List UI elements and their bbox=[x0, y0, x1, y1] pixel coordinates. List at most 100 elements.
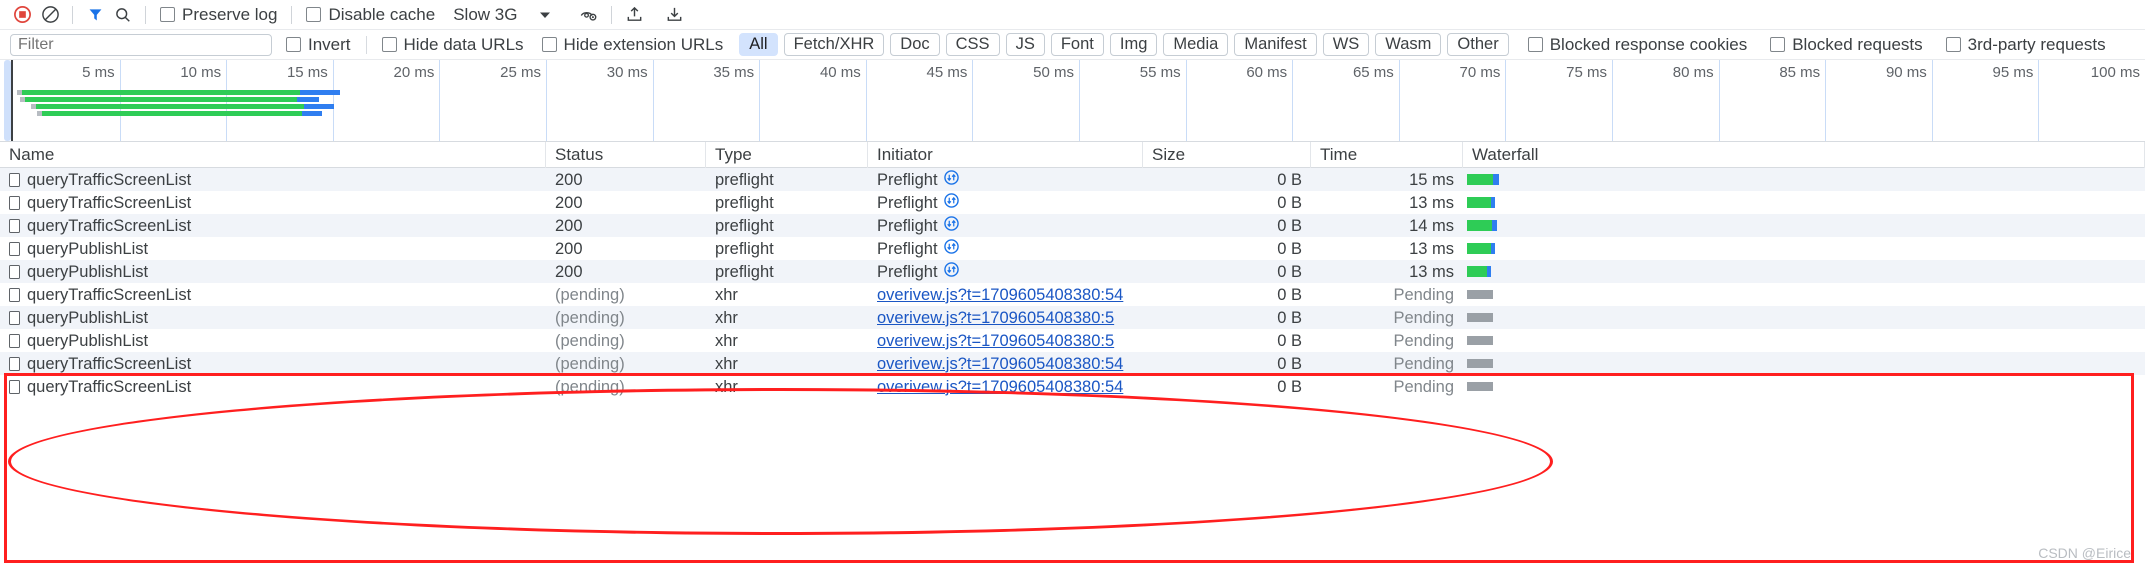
hide-data-urls-box[interactable] bbox=[381, 37, 397, 52]
initiator-link[interactable]: overivew.js?t=1709605408380:54 bbox=[877, 353, 1123, 375]
cell-size: 0 B bbox=[1277, 239, 1302, 258]
cell-type: xhr bbox=[715, 331, 738, 350]
cell-name[interactable]: queryPublishList bbox=[0, 306, 546, 329]
clear-icon[interactable] bbox=[36, 2, 64, 28]
column-header-size[interactable]: Size bbox=[1143, 142, 1311, 168]
invert-checkbox[interactable]: Invert bbox=[286, 35, 351, 55]
preflight-arrows-icon bbox=[943, 215, 959, 237]
type-chip-font[interactable]: Font bbox=[1050, 33, 1104, 56]
filter-input[interactable] bbox=[10, 33, 272, 56]
table-row[interactable]: queryTrafficScreenList 200 preflight Prefli… bbox=[0, 214, 2145, 237]
blocked-response-cookies-checkbox[interactable]: Blocked response cookies bbox=[1527, 35, 1747, 55]
blocked-response-cookies-box[interactable] bbox=[1527, 37, 1543, 52]
table-row[interactable]: queryTrafficScreenList (pending) xhr overiv… bbox=[0, 352, 2145, 375]
filter-icon[interactable] bbox=[81, 2, 109, 28]
overview-bar-queue bbox=[17, 90, 22, 95]
third-party-requests-box[interactable] bbox=[1945, 37, 1961, 52]
export-har-icon[interactable] bbox=[660, 2, 688, 28]
cell-initiator[interactable]: overivew.js?t=1709605408380:54 bbox=[868, 375, 1143, 398]
type-chip-wasm[interactable]: Wasm bbox=[1375, 33, 1442, 56]
cell-initiator[interactable]: Preflight bbox=[868, 214, 1143, 237]
type-chip-fetch-xhr[interactable]: Fetch/XHR bbox=[783, 33, 885, 56]
hide-extension-urls-box[interactable] bbox=[541, 37, 557, 52]
cell-initiator[interactable]: overivew.js?t=1709605408380:54 bbox=[868, 352, 1143, 375]
request-name: queryTrafficScreenList bbox=[27, 285, 192, 304]
preserve-log-checkbox[interactable]: Preserve log bbox=[160, 5, 277, 25]
cell-name[interactable]: queryTrafficScreenList bbox=[0, 168, 546, 191]
overview-bar-download bbox=[300, 90, 340, 95]
cell-name[interactable]: queryTrafficScreenList bbox=[0, 191, 546, 214]
invert-box[interactable] bbox=[286, 37, 301, 52]
blocked-requests-box[interactable] bbox=[1770, 37, 1786, 52]
third-party-requests-checkbox[interactable]: 3rd-party requests bbox=[1945, 35, 2106, 55]
column-header-waterfall[interactable]: Waterfall bbox=[1463, 142, 2145, 168]
resource-type-chips: All Fetch/XHR Doc CSS JS Font Img Media Manifest… bbox=[736, 33, 1511, 56]
initiator-link[interactable]: overivew.js?t=1709605408380:54 bbox=[877, 284, 1123, 306]
request-name: queryTrafficScreenList bbox=[27, 170, 192, 189]
table-row[interactable]: queryTrafficScreenList 200 preflight Prefli… bbox=[0, 168, 2145, 191]
preserve-log-label: Preserve log bbox=[182, 4, 278, 24]
initiator-link[interactable]: overivew.js?t=1709605408380:5 bbox=[877, 330, 1114, 352]
hide-extension-urls-checkbox[interactable]: Hide extension URLs bbox=[541, 35, 723, 55]
disable-cache-box[interactable] bbox=[306, 7, 322, 22]
type-chip-js[interactable]: JS bbox=[1005, 33, 1045, 56]
cell-initiator[interactable]: Preflight bbox=[868, 260, 1143, 283]
cell-time: Pending bbox=[1393, 285, 1454, 304]
cell-initiator[interactable]: Preflight bbox=[868, 237, 1143, 260]
initiator-link[interactable]: overivew.js?t=1709605408380:5 bbox=[877, 307, 1114, 329]
cell-size: 0 B bbox=[1277, 170, 1302, 189]
type-chip-media[interactable]: Media bbox=[1163, 33, 1229, 56]
disable-cache-checkbox[interactable]: Disable cache bbox=[306, 5, 435, 25]
column-header-status[interactable]: Status bbox=[546, 142, 706, 168]
table-row[interactable]: queryPublishList 200 preflight Preflight 0 B… bbox=[0, 237, 2145, 260]
type-chip-css[interactable]: CSS bbox=[945, 33, 1000, 56]
blocked-requests-checkbox[interactable]: Blocked requests bbox=[1770, 35, 1923, 55]
type-chip-all[interactable]: All bbox=[739, 33, 778, 56]
search-icon[interactable] bbox=[109, 2, 137, 28]
type-chip-ws[interactable]: WS bbox=[1322, 33, 1370, 56]
table-row[interactable]: queryPublishList (pending) xhr overivew.js?… bbox=[0, 329, 2145, 352]
record-stop-icon[interactable] bbox=[8, 2, 36, 28]
throttling-value[interactable]: Slow 3G bbox=[453, 5, 517, 25]
cell-name[interactable]: queryTrafficScreenList bbox=[0, 283, 546, 306]
column-header-name[interactable]: Name bbox=[0, 142, 546, 168]
cell-status: (pending) bbox=[555, 331, 625, 350]
cell-initiator[interactable]: overivew.js?t=1709605408380:54 bbox=[868, 283, 1143, 306]
type-chip-manifest[interactable]: Manifest bbox=[1234, 33, 1317, 56]
cell-initiator[interactable]: Preflight bbox=[868, 191, 1143, 214]
cell-initiator[interactable]: overivew.js?t=1709605408380:5 bbox=[868, 329, 1143, 352]
table-row[interactable]: queryTrafficScreenList 200 preflight Prefli… bbox=[0, 191, 2145, 214]
type-chip-doc[interactable]: Doc bbox=[890, 33, 940, 56]
cell-time: Pending bbox=[1393, 354, 1454, 373]
cell-initiator[interactable]: Preflight bbox=[868, 168, 1143, 191]
network-overview-timeline[interactable]: 5 ms 10 ms 15 ms 20 ms 25 ms 30 ms 35 ms 40 ms 4… bbox=[0, 60, 2145, 142]
import-har-icon[interactable] bbox=[620, 2, 648, 28]
cell-waterfall bbox=[1463, 375, 2145, 398]
column-header-type[interactable]: Type bbox=[706, 142, 868, 168]
cell-initiator[interactable]: overivew.js?t=1709605408380:5 bbox=[868, 306, 1143, 329]
preserve-log-box[interactable] bbox=[160, 7, 175, 22]
table-row[interactable]: queryPublishList 200 preflight Preflight 0 B… bbox=[0, 260, 2145, 283]
cell-size: 0 B bbox=[1277, 308, 1302, 327]
waterfall-pending-segment bbox=[1467, 313, 1493, 322]
cell-name[interactable]: queryTrafficScreenList bbox=[0, 375, 546, 398]
type-chip-other[interactable]: Other bbox=[1447, 33, 1509, 56]
cell-name[interactable]: queryPublishList bbox=[0, 329, 546, 352]
chevron-down-icon[interactable] bbox=[531, 2, 559, 28]
cell-name[interactable]: queryPublishList bbox=[0, 237, 546, 260]
table-row[interactable]: queryPublishList (pending) xhr overivew.js?… bbox=[0, 306, 2145, 329]
network-conditions-icon[interactable] bbox=[575, 2, 603, 28]
table-row[interactable]: queryTrafficScreenList (pending) xhr overiv… bbox=[0, 375, 2145, 398]
cell-name[interactable]: queryTrafficScreenList bbox=[0, 214, 546, 237]
table-row[interactable]: queryTrafficScreenList (pending) xhr overiv… bbox=[0, 283, 2145, 306]
request-name: queryTrafficScreenList bbox=[27, 216, 192, 235]
cell-name[interactable]: queryTrafficScreenList bbox=[0, 352, 546, 375]
initiator-link[interactable]: overivew.js?t=1709605408380:54 bbox=[877, 376, 1123, 398]
hide-data-urls-checkbox[interactable]: Hide data URLs bbox=[381, 35, 524, 55]
cell-name[interactable]: queryPublishList bbox=[0, 260, 546, 283]
type-chip-img[interactable]: Img bbox=[1109, 33, 1158, 56]
column-header-time[interactable]: Time bbox=[1311, 142, 1463, 168]
cell-status: 200 bbox=[555, 170, 583, 189]
overview-bar bbox=[31, 104, 334, 109]
column-header-initiator[interactable]: Initiator bbox=[868, 142, 1143, 168]
